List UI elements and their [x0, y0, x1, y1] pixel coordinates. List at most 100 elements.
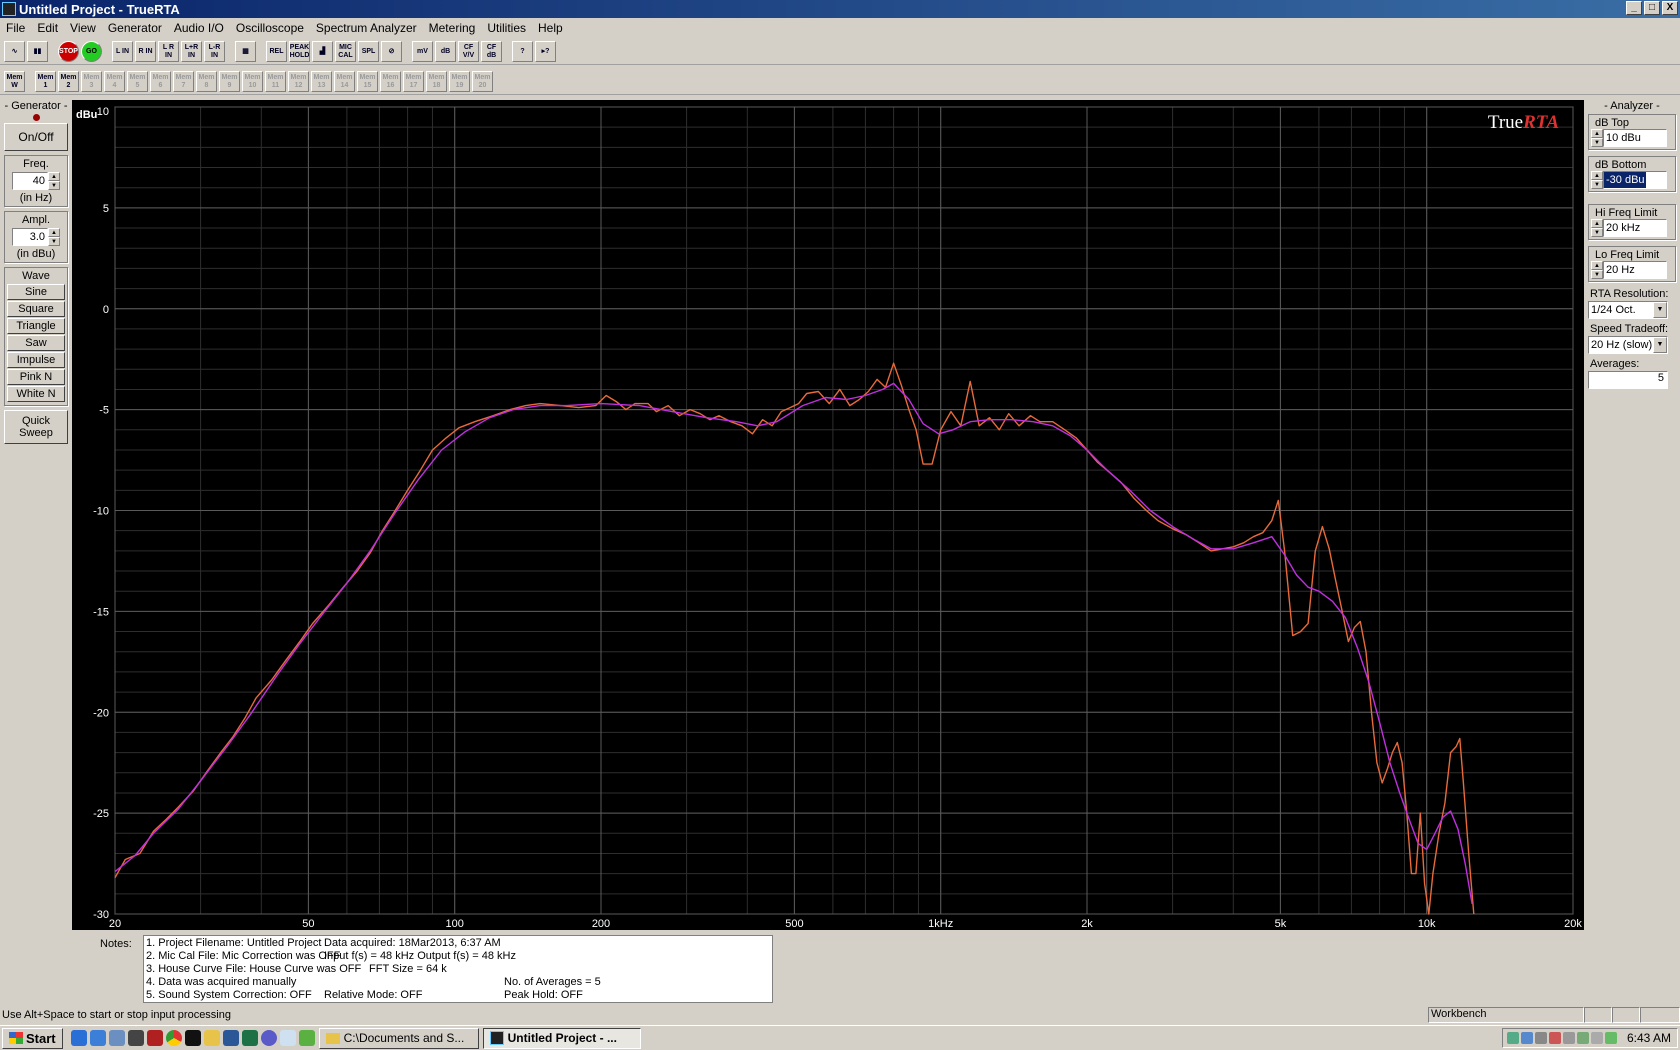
lo-freq-up-icon[interactable]: ▲: [1591, 261, 1603, 270]
excel-icon[interactable]: [241, 1030, 258, 1046]
minimize-button[interactable]: _: [1626, 1, 1642, 15]
maximize-button[interactable]: □: [1644, 1, 1660, 15]
speaker-icon[interactable]: [1590, 1032, 1603, 1044]
tray-icon[interactable]: [1506, 1032, 1519, 1044]
clear-button[interactable]: ⊘: [381, 41, 402, 62]
relative-button[interactable]: REL: [266, 41, 287, 62]
help-icon[interactable]: [260, 1030, 277, 1046]
clock[interactable]: 6:43 AM: [1627, 1031, 1671, 1045]
spectrum-plot[interactable]: 10 5 0 -5 -10 -15 -20 -25 -30 20 50 100 200 500 1kHz 2k…: [72, 100, 1584, 930]
db-bottom-up-icon[interactable]: ▲: [1591, 171, 1603, 180]
l-plus-r-input-button[interactable]: L+R IN: [181, 41, 202, 62]
quick-sweep-button[interactable]: Quick Sweep: [4, 410, 68, 444]
memory-button[interactable]: Mem 7: [173, 71, 194, 92]
freq-input[interactable]: [12, 172, 48, 190]
wave-triangle-button[interactable]: Triangle: [7, 318, 65, 334]
stop-button[interactable]: STOP: [58, 41, 79, 62]
go-button[interactable]: GO: [81, 41, 102, 62]
wave-white-n-button[interactable]: White N: [7, 386, 65, 402]
resolution-select[interactable]: 1/24 Oct. ▼: [1588, 301, 1668, 319]
hi-freq-up-icon[interactable]: ▲: [1591, 219, 1603, 228]
memory-button[interactable]: Mem 11: [265, 71, 286, 92]
generator-onoff-button[interactable]: On/Off: [4, 123, 68, 151]
cf-vv-button[interactable]: CF V/V: [458, 41, 479, 62]
memory-button[interactable]: Mem 4: [104, 71, 125, 92]
lr-input-button[interactable]: L R IN: [158, 41, 179, 62]
mv-button[interactable]: mV: [412, 41, 433, 62]
db-button[interactable]: dB: [435, 41, 456, 62]
task-truerta[interactable]: Untitled Project - ...: [482, 1027, 641, 1049]
memory-button[interactable]: Mem 5: [127, 71, 148, 92]
spl-button[interactable]: SPL: [358, 41, 379, 62]
green-app-icon[interactable]: [298, 1030, 315, 1046]
ampl-down-icon[interactable]: ▼: [48, 237, 60, 246]
right-input-button[interactable]: R IN: [135, 41, 156, 62]
memory-button[interactable]: Mem 10: [242, 71, 263, 92]
db-top-input[interactable]: [1603, 129, 1667, 147]
tray-icon[interactable]: [1604, 1032, 1617, 1044]
network-icon[interactable]: [108, 1030, 125, 1046]
hi-freq-input[interactable]: [1603, 219, 1667, 237]
menu-file[interactable]: File: [0, 21, 31, 35]
menu-metering[interactable]: Metering: [423, 21, 482, 35]
bar-graph-button[interactable]: ▟: [312, 41, 333, 62]
db-bottom-down-icon[interactable]: ▼: [1591, 180, 1603, 189]
memory-button[interactable]: Mem 18: [426, 71, 447, 92]
memory-button[interactable]: Mem 12: [288, 71, 309, 92]
memory-button[interactable]: Mem 17: [403, 71, 424, 92]
chrome-icon[interactable]: [165, 1030, 182, 1046]
word-icon[interactable]: [222, 1030, 239, 1046]
scope-view-button[interactable]: ∿: [4, 41, 25, 62]
ampl-up-icon[interactable]: ▲: [48, 228, 60, 237]
memory-button[interactable]: Mem 2: [58, 71, 79, 92]
folder-icon[interactable]: [203, 1030, 220, 1046]
menu-oscilloscope[interactable]: Oscilloscope: [230, 21, 310, 35]
db-top-up-icon[interactable]: ▲: [1591, 129, 1603, 138]
close-button[interactable]: X: [1662, 1, 1678, 15]
context-help-button[interactable]: ▸?: [535, 41, 556, 62]
tray-icon[interactable]: [1534, 1032, 1547, 1044]
app-red-icon[interactable]: [146, 1030, 163, 1046]
menu-view[interactable]: View: [64, 21, 102, 35]
peak-hold-button[interactable]: PEAK HOLD: [289, 41, 310, 62]
mic-cal-button[interactable]: MIC CAL: [335, 41, 356, 62]
notes-box[interactable]: 1. Project Filename: Untitled Project Dat…: [143, 935, 773, 1003]
memory-button[interactable]: Mem 1: [35, 71, 56, 92]
media-player-icon[interactable]: [127, 1030, 144, 1046]
tray-icon[interactable]: [1548, 1032, 1561, 1044]
menu-generator[interactable]: Generator: [102, 21, 168, 35]
freq-down-icon[interactable]: ▼: [48, 181, 60, 190]
left-input-button[interactable]: L IN: [112, 41, 133, 62]
chevron-down-icon[interactable]: ▼: [1653, 302, 1667, 318]
memory-button[interactable]: Mem 9: [219, 71, 240, 92]
db-bottom-input[interactable]: [1603, 171, 1667, 189]
memory-button[interactable]: Mem 14: [334, 71, 355, 92]
wave-square-button[interactable]: Square: [7, 301, 65, 317]
ie-icon[interactable]: [70, 1030, 87, 1046]
menu-spectrum-analyzer[interactable]: Spectrum Analyzer: [310, 21, 423, 35]
wave-impulse-button[interactable]: Impulse: [7, 352, 65, 368]
tray-icon[interactable]: [1562, 1032, 1575, 1044]
l-minus-r-input-button[interactable]: L-R IN: [204, 41, 225, 62]
db-top-down-icon[interactable]: ▼: [1591, 138, 1603, 147]
wave-sine-button[interactable]: Sine: [7, 284, 65, 300]
rta-view-button[interactable]: ▮▮: [27, 41, 48, 62]
grid-button[interactable]: ▦: [235, 41, 256, 62]
menu-utilities[interactable]: Utilities: [481, 21, 532, 35]
menu-edit[interactable]: Edit: [31, 21, 64, 35]
cf-db-button[interactable]: CF dB: [481, 41, 502, 62]
memory-button[interactable]: Mem W: [4, 71, 25, 92]
memory-button[interactable]: Mem 16: [380, 71, 401, 92]
menu-help[interactable]: Help: [532, 21, 569, 35]
wave-pink-n-button[interactable]: Pink N: [7, 369, 65, 385]
memory-button[interactable]: Mem 6: [150, 71, 171, 92]
lo-freq-down-icon[interactable]: ▼: [1591, 270, 1603, 279]
cmd-icon[interactable]: [184, 1030, 201, 1046]
memory-button[interactable]: Mem 19: [449, 71, 470, 92]
lo-freq-input[interactable]: [1603, 261, 1667, 279]
memory-button[interactable]: Mem 20: [472, 71, 493, 92]
memory-button[interactable]: Mem 13: [311, 71, 332, 92]
hi-freq-down-icon[interactable]: ▼: [1591, 228, 1603, 237]
speed-select[interactable]: 20 Hz (slow) ▼: [1588, 336, 1668, 354]
memory-button[interactable]: Mem 3: [81, 71, 102, 92]
